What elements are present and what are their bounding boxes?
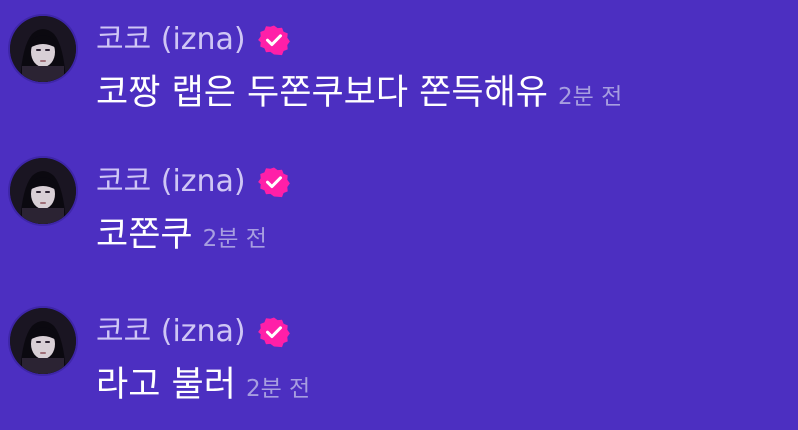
avatar[interactable] [10,308,76,374]
author-name[interactable]: 코코 (izna) [96,164,246,200]
avatar-image [10,16,76,82]
chat-message: 코코 (izna) 라고 불러 2분 전 [10,302,790,405]
author-name[interactable]: 코코 (izna) [96,22,246,58]
chat-message: 코코 (izna) 코짱 랩은 두쫀쿠보다 쫀득해유 2분 전 [10,10,790,113]
verified-badge-icon [257,166,290,198]
avatar-image [10,308,76,374]
message-timestamp: 2분 전 [245,376,311,402]
message-text: 라고 불러 [96,365,236,405]
message-timestamp: 2분 전 [202,226,267,252]
verified-badge-icon [257,316,290,348]
message-text: 코짱 랩은 두쫀쿠보다 쫀득해유 [96,73,548,113]
chat-message: 코코 (izna) 코쫀쿠 2분 전 [10,152,790,255]
author-name[interactable]: 코코 (izna) [96,314,246,350]
avatar-image [10,158,76,224]
message-timestamp: 2분 전 [557,84,623,110]
avatar[interactable] [10,16,76,82]
avatar[interactable] [10,158,76,224]
message-text: 코쫀쿠 [96,215,193,255]
verified-badge-icon [257,24,290,56]
